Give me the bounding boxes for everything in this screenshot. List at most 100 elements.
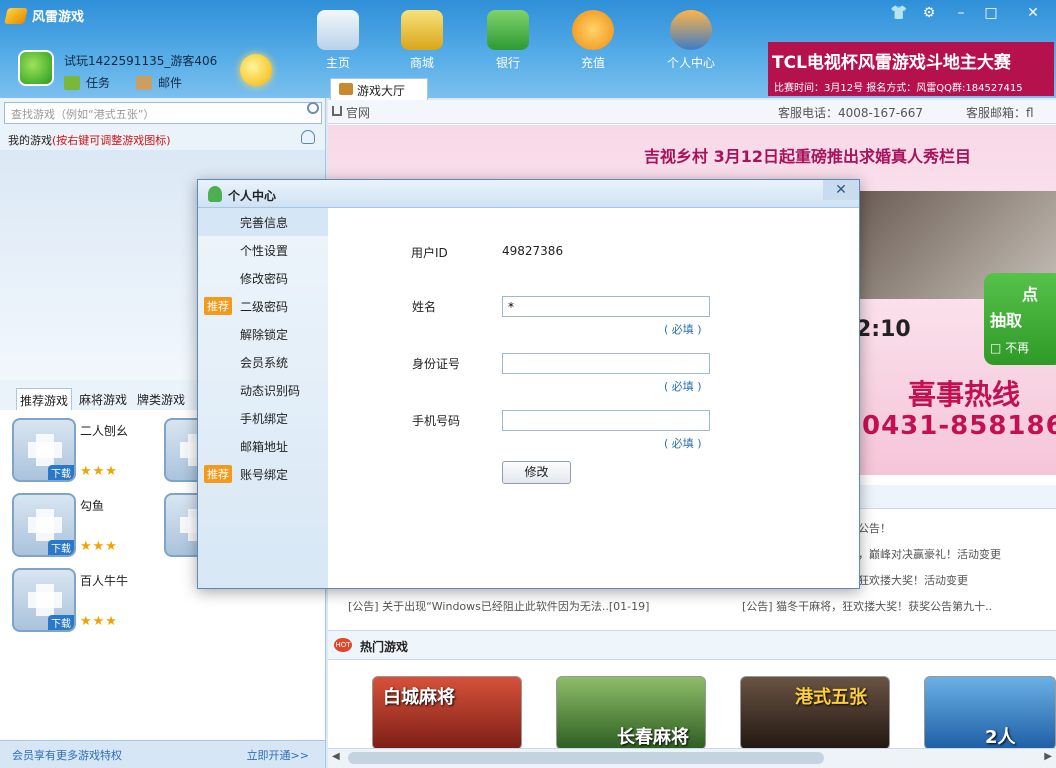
sidebar-item-account-binding[interactable]: 推荐 账号绑定	[198, 460, 328, 488]
nav-bank[interactable]: 银行	[476, 10, 540, 71]
sidebar-item-complete-info[interactable]: 完善信息	[198, 208, 328, 236]
sidebar-item-membership[interactable]: 会员系统	[198, 348, 328, 376]
hot-game-label: 2人	[985, 727, 1016, 748]
search-input[interactable]: 查找游戏（例如“港式五张”）	[4, 102, 322, 124]
minimize-icon[interactable]: –	[950, 4, 972, 22]
hall-icon	[339, 83, 353, 95]
sidebar-item-label: 个性设置	[240, 244, 289, 258]
game-name: 百人牛牛	[80, 574, 129, 588]
nav-personal-center[interactable]: 个人中心	[659, 10, 723, 71]
download-badge[interactable]: 下载	[48, 540, 74, 555]
sidebar-item-label: 二级密码	[240, 300, 289, 314]
dialog-title: 个人中心	[228, 189, 277, 203]
sidebar-item-change-password[interactable]: 修改密码	[198, 264, 328, 292]
sidebar-item-email[interactable]: 邮箱地址	[198, 432, 328, 460]
game-name: 勾鱼	[80, 499, 105, 513]
tab-game-hall[interactable]: 游戏大厅	[330, 78, 428, 100]
task-link[interactable]: 任务	[64, 74, 110, 91]
address-bar: 官网 客服电话：4008-167-667 客服邮箱：fl	[328, 100, 1056, 124]
hot-game-label: 港式五张	[795, 687, 867, 708]
hot-game-card[interactable]: 2人	[924, 676, 1056, 750]
vip-text: 会员享有更多游戏特权	[12, 749, 122, 762]
horizontal-scrollbar[interactable]: ◀ ▶	[328, 748, 1056, 768]
gear-icon[interactable]: ⚙	[918, 4, 940, 22]
search-icon[interactable]	[307, 102, 319, 114]
scrollbar-thumb[interactable]	[348, 752, 824, 764]
skin-icon[interactable]: 👕	[888, 4, 910, 22]
shop-icon	[401, 10, 443, 50]
vip-footer: 会员享有更多游戏特权 立即开通>>	[0, 740, 325, 768]
mail-link[interactable]: 邮件	[136, 74, 182, 91]
user-id-value: 49827386	[502, 244, 564, 258]
list-item[interactable]: 下载 二人刨幺 ★★★	[12, 418, 162, 488]
nav-personal-label: 个人中心	[666, 56, 715, 70]
user-icon	[208, 186, 222, 202]
modify-button[interactable]: 修改	[502, 461, 571, 484]
official-site-link[interactable]: 官网	[346, 104, 370, 121]
notice-item[interactable]: [公告] 关于出现“Windows已经阻止此软件因为无法..[01-19]	[348, 598, 649, 614]
rating-stars: ★★★	[80, 464, 118, 479]
scroll-right-icon[interactable]: ▶	[1044, 751, 1052, 762]
game-icon: 下载	[12, 493, 76, 557]
tcl-ad-banner[interactable]: TCL电视杯风雷游戏斗地主大赛 比赛时间：3月12号 报名方式：风雷QQ群:18…	[768, 42, 1054, 96]
home-icon[interactable]	[332, 106, 342, 116]
notice-item[interactable]: [公告] 猫冬干麻将，狂欢搂大奖！获奖公告第九十..	[742, 598, 992, 614]
download-badge[interactable]: 下载	[48, 465, 74, 480]
lottery-widget[interactable]: 点 抽取 □ 不再	[984, 273, 1056, 365]
list-item[interactable]: 下载 勾鱼 ★★★	[12, 493, 162, 563]
hot-game-card[interactable]: 白城麻将	[372, 676, 522, 750]
dialog-title-bar[interactable]: 个人中心 ✕	[198, 180, 859, 208]
sidebar-item-phone-binding[interactable]: 手机绑定	[198, 404, 328, 432]
tcl-banner-subtitle: 比赛时间：3月12号 报名方式：风雷QQ群:184527415	[774, 83, 1023, 94]
weather-sun-icon	[240, 54, 272, 86]
dialog-close-button[interactable]: ✕	[823, 180, 859, 200]
task-icon	[64, 75, 80, 90]
id-card-field[interactable]	[502, 353, 710, 374]
name-field[interactable]	[502, 296, 710, 317]
hot-games-header: HOT 热门游戏	[328, 630, 1056, 660]
phone-field[interactable]	[502, 410, 710, 431]
sidebar-item-personal-settings[interactable]: 个性设置	[198, 236, 328, 264]
banner-headline: 吉视乡村 3月12日起重磅推出求婚真人秀栏目	[644, 147, 971, 166]
list-item[interactable]: 下载 百人牛牛 ★★★	[12, 568, 162, 638]
recommend-badge: 推荐	[204, 297, 232, 315]
download-badge[interactable]: 下载	[48, 615, 74, 630]
maximize-icon[interactable]: □	[980, 4, 1002, 22]
sidebar-item-label: 解除锁定	[240, 328, 289, 342]
banner-hotline-number: 0431-858186	[862, 411, 1056, 441]
service-phone: 客服电话：4008-167-667	[778, 106, 924, 120]
tab-mahjong[interactable]: 麻将游戏	[76, 388, 130, 412]
lottery-checkbox[interactable]: □ 不再	[990, 339, 1029, 356]
game-icon: 下载	[12, 418, 76, 482]
tab-cards[interactable]: 牌类游戏	[134, 388, 188, 412]
avatar[interactable]	[18, 50, 54, 86]
game-name: 二人刨幺	[80, 424, 129, 438]
my-games-hint: (按右键可调整游戏图标)	[52, 134, 171, 147]
notice-item[interactable]: 狂欢搂大奖！活动变更	[858, 572, 968, 588]
nav-home-label: 主页	[325, 56, 350, 70]
bank-icon	[487, 10, 529, 50]
nav-home[interactable]: 主页	[306, 10, 370, 71]
notice-item[interactable]: 公告！	[858, 520, 891, 536]
vip-open-link[interactable]: 立即开通>>	[247, 747, 309, 763]
app-logo-icon	[4, 7, 28, 24]
hot-game-card[interactable]: 长春麻将	[556, 676, 706, 750]
people-icon[interactable]	[301, 130, 315, 144]
rating-stars: ★★★	[80, 614, 118, 629]
nav-recharge[interactable]: 充值	[561, 10, 625, 71]
sidebar-item-secondary-password[interactable]: 推荐 二级密码	[198, 292, 328, 320]
sidebar-item-unlock[interactable]: 解除锁定	[198, 320, 328, 348]
scroll-left-icon[interactable]: ◀	[332, 751, 340, 762]
tcl-banner-title: TCL电视杯风雷游戏斗地主大赛	[772, 53, 1011, 73]
sidebar-item-dynamic-code[interactable]: 动态识别码	[198, 376, 328, 404]
required-hint: ( 必填 )	[664, 437, 702, 450]
tab-recommended[interactable]: 推荐游戏	[16, 388, 73, 412]
close-icon[interactable]: ✕	[1022, 4, 1044, 22]
home-icon	[317, 10, 359, 50]
personal-center-dialog: 个人中心 ✕ 完善信息 个性设置 修改密码 推荐 二级密码 解除锁定 会员系统 动…	[197, 179, 860, 589]
notice-item[interactable]: ，巅峰对决赢豪礼！活动变更	[858, 546, 1001, 562]
nav-shop-label: 商城	[409, 56, 434, 70]
nav-shop[interactable]: 商城	[390, 10, 454, 71]
hot-game-card[interactable]: 港式五张	[740, 676, 890, 750]
app-title-text: 风雷游戏	[32, 10, 85, 25]
